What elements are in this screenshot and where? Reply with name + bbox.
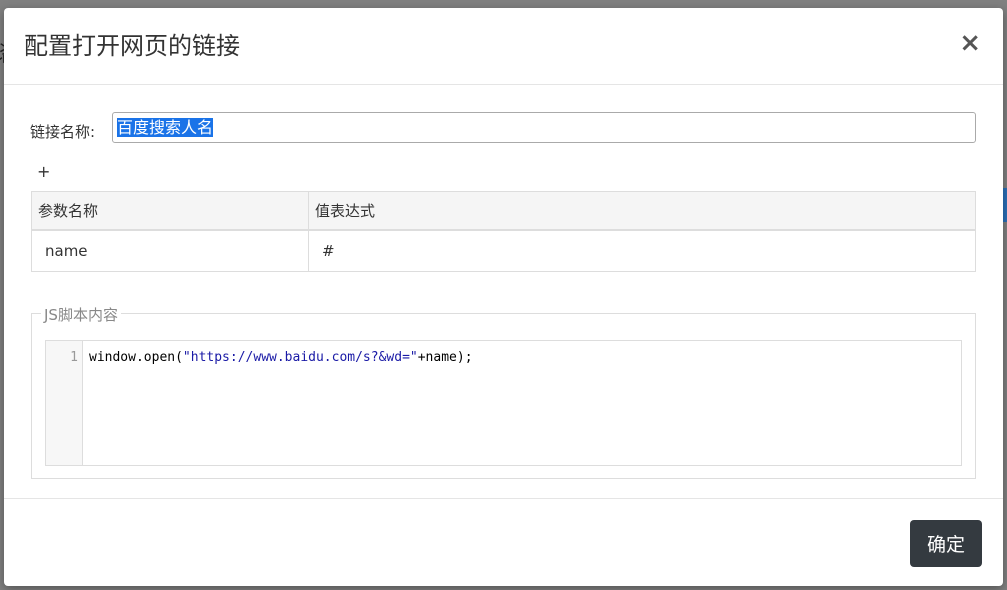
param-name-header: 参数名称 — [31, 191, 309, 231]
link-name-label: 链接名称: — [30, 123, 96, 141]
code-editor[interactable]: 1 window.open("https://www.baidu.com/s?&… — [45, 340, 962, 466]
param-table: 参数名称 值表达式 name # — [31, 191, 976, 272]
confirm-button[interactable]: 确定 — [910, 520, 982, 567]
param-expression-header: 值表达式 — [308, 191, 976, 231]
param-table-header-row: 参数名称 值表达式 — [31, 191, 976, 231]
code-line[interactable]: window.open("https://www.baidu.com/s?&wd… — [89, 349, 473, 367]
link-name-input[interactable]: 百度搜索人名 — [112, 112, 976, 143]
dialog-title: 配置打开网页的链接 — [24, 32, 240, 60]
code-suffix: +name); — [417, 350, 473, 365]
line-number-gutter: 1 — [46, 341, 83, 465]
param-expression-cell[interactable]: # — [308, 229, 976, 272]
code-prefix: window.open( — [89, 350, 183, 365]
table-row: name # — [31, 229, 976, 272]
code-string: "https://www.baidu.com/s?&wd=" — [182, 350, 418, 365]
param-name-cell[interactable]: name — [31, 229, 309, 272]
js-script-fieldset: JS脚本内容 1 window.open("https://www.baidu.… — [31, 304, 976, 479]
dialog-header: 配置打开网页的链接 × — [4, 8, 1003, 85]
js-script-legend: JS脚本内容 — [41, 304, 121, 325]
add-param-button[interactable]: + — [37, 162, 50, 181]
background-blue-strip — [1003, 188, 1007, 222]
close-icon[interactable]: × — [959, 28, 981, 58]
line-number: 1 — [70, 350, 78, 365]
dialog-footer: 确定 — [4, 498, 1003, 586]
link-config-dialog: 配置打开网页的链接 × 链接名称: 百度搜索人名 + 参数名称 值表达式 nam… — [4, 8, 1003, 586]
link-name-value: 百度搜索人名 — [117, 118, 214, 137]
